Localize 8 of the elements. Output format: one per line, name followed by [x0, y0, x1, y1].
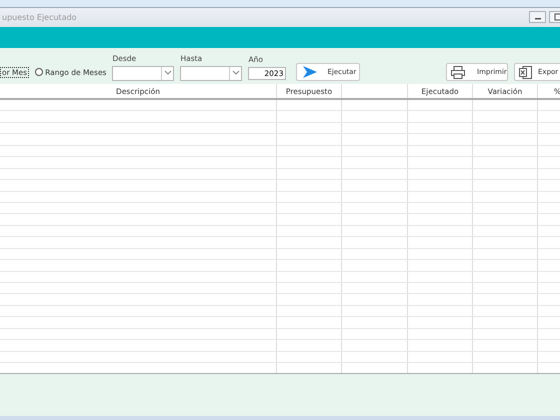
arrow-icon: [303, 66, 318, 78]
maximize-icon: [554, 13, 560, 21]
minimize-button[interactable]: [529, 11, 546, 23]
window-title: upuesto Ejecutado: [2, 12, 77, 22]
spreadsheet-icon: [519, 66, 532, 78]
chevron-down-icon: [164, 70, 172, 76]
printer-icon: [451, 66, 465, 78]
chevron-down-icon: [232, 70, 240, 76]
